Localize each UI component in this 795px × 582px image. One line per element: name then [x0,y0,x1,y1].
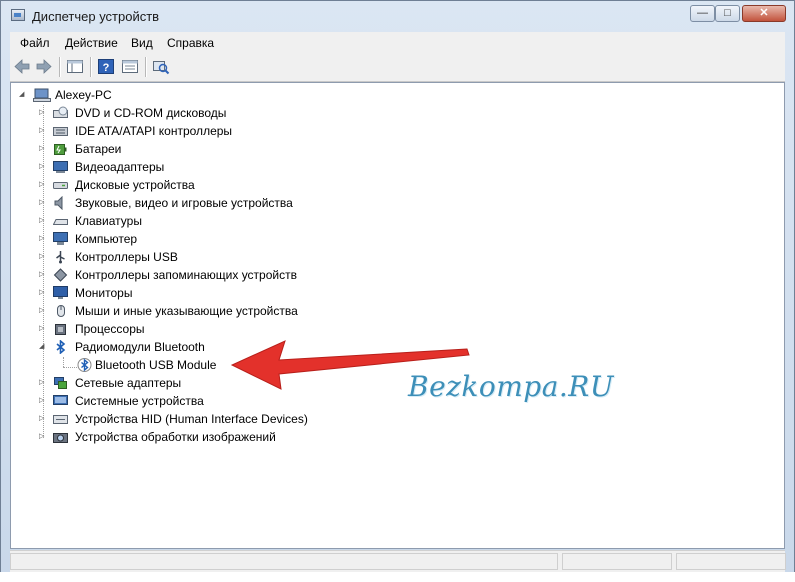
menu-file[interactable]: Файл [20,36,50,50]
device-manager-app-icon [11,9,25,21]
close-button[interactable]: ✕ [742,5,786,22]
title-bar[interactable]: Диспетчер устройств — □ ✕ [1,1,794,31]
show-hide-console-tree-icon[interactable] [66,58,84,75]
device-tree-panel[interactable]: ◢ Alexey-PC ▷ DVD и CD-ROM дисководы ▷ I… [10,82,785,549]
device-manager-window: Диспетчер устройств — □ ✕ Файл Действие … [0,0,795,582]
properties-window-icon[interactable] [121,58,139,75]
status-segment [562,553,672,570]
status-segment [676,553,786,570]
minimize-button[interactable]: — [690,5,715,22]
menu-action[interactable]: Действие [65,36,118,50]
scan-hardware-changes-icon[interactable] [152,58,170,75]
watermark: Bezkompa.RU [408,370,614,403]
status-segment [10,553,558,570]
forward-arrow-icon[interactable] [35,58,53,75]
properties-help-icon[interactable]: ? [97,58,115,75]
annotation-arrow [230,340,470,390]
window-title: Диспетчер устройств [32,9,160,24]
maximize-button[interactable]: □ [715,5,740,22]
svg-text:?: ? [103,62,110,74]
toolbar: ? [10,53,785,82]
status-bar [10,550,786,573]
background-strip [0,572,795,582]
menu-bar: Файл Действие Вид Справка [10,32,785,54]
menu-help[interactable]: Справка [167,36,214,50]
menu-view[interactable]: Вид [131,36,153,50]
back-arrow-icon[interactable] [13,58,31,75]
